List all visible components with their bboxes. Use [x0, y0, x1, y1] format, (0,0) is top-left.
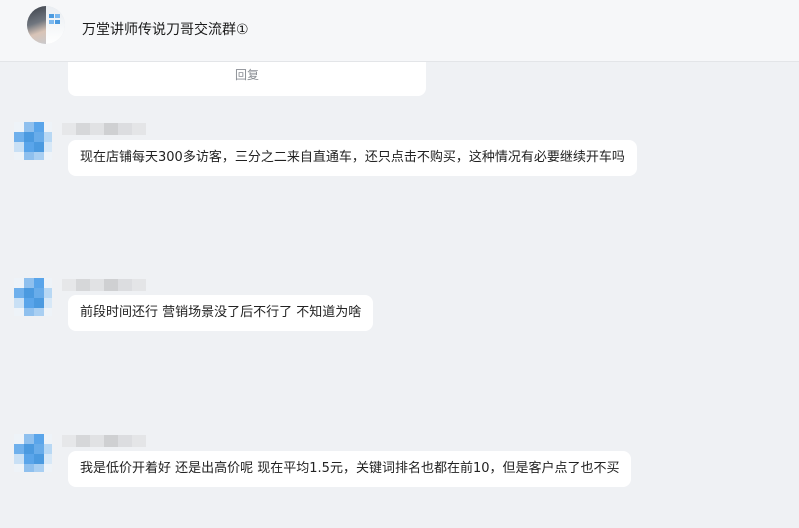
sender-avatar[interactable]	[14, 278, 52, 316]
previous-message-card: 回复	[68, 62, 426, 96]
avatar-logo-part	[46, 6, 65, 44]
group-avatar[interactable]	[27, 6, 65, 44]
message-bubble[interactable]: 现在店铺每天300多访客，三分之二来自直通车，还只点击不购买，这种情况有必要继续…	[68, 140, 637, 176]
message-text: 现在店铺每天300多访客，三分之二来自直通车，还只点击不购买，这种情况有必要继续…	[80, 150, 625, 165]
message-text: 我是低价开着好 还是出高价呢 现在平均1.5元，关键词排名也都在前10，但是客户…	[80, 461, 620, 476]
sender-name-blurred	[62, 279, 146, 291]
sender-avatar[interactable]	[14, 434, 52, 472]
message-text: 前段时间还行 营销场景没了后不行了 不知道为啥	[80, 305, 362, 320]
avatar-photo-part	[27, 6, 46, 44]
sender-name-blurred	[62, 123, 146, 135]
message-bubble[interactable]: 我是低价开着好 还是出高价呢 现在平均1.5元，关键词排名也都在前10，但是客户…	[68, 451, 632, 487]
reply-button[interactable]: 回复	[68, 66, 426, 83]
group-title[interactable]: 万堂讲师传说刀哥交流群①	[82, 19, 249, 39]
sender-avatar[interactable]	[14, 122, 52, 160]
sender-name-blurred	[62, 435, 146, 447]
message-bubble[interactable]: 前段时间还行 营销场景没了后不行了 不知道为啥	[68, 295, 374, 331]
chat-header: 万堂讲师传说刀哥交流群①	[0, 0, 799, 62]
